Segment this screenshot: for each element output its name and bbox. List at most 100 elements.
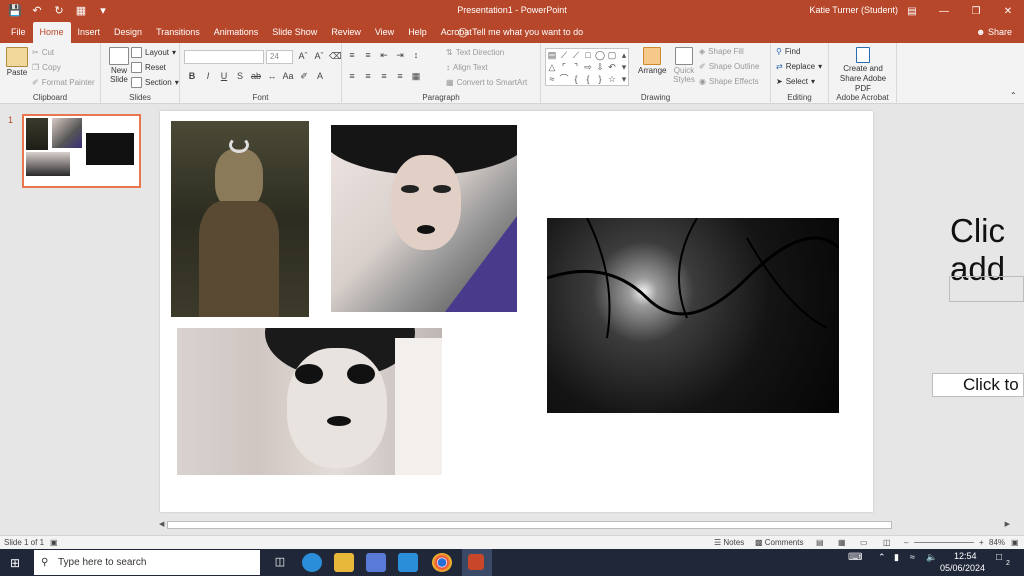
font-size-field[interactable]: 24 [266, 50, 293, 64]
text-direction-button[interactable]: ⇅ Text Direction [446, 48, 504, 57]
tell-me-search[interactable]: ◯ Tell me what you want to do [458, 22, 583, 43]
brace-right-shape-icon[interactable]: } [594, 73, 606, 85]
chrome-icon[interactable] [432, 553, 452, 572]
bullets-icon[interactable]: ≡ [346, 50, 358, 61]
strikethrough-icon[interactable]: ab [250, 71, 262, 82]
curve-shape-icon[interactable]: ↶ [606, 61, 618, 73]
keyboard-icon[interactable]: ⌨ [848, 552, 862, 563]
image-warrior[interactable] [171, 121, 309, 317]
zoom-slider[interactable] [914, 542, 974, 543]
arrow-down-shape-icon[interactable]: ⇩ [594, 61, 606, 73]
tab-transitions[interactable]: Transitions [149, 22, 207, 43]
notes-button[interactable]: ☰ Notes [714, 538, 744, 547]
shapes-down-icon[interactable]: ▾ [618, 61, 630, 73]
battery-icon[interactable]: ▮ [894, 552, 899, 563]
fit-slide-icon[interactable]: ▣ [1011, 538, 1019, 547]
rect-shape-icon[interactable]: □ [582, 49, 594, 61]
change-case-icon[interactable]: Aa [282, 71, 294, 82]
oval-shape-icon[interactable]: ◯ [594, 49, 606, 61]
tab-slide-show[interactable]: Slide Show [265, 22, 324, 43]
cut-button[interactable]: ✂ Cut [32, 48, 54, 57]
quick-styles-button[interactable]: Quick Styles [671, 47, 697, 84]
italic-icon[interactable]: I [202, 71, 214, 82]
shapes-gallery[interactable]: ▤ ⟋ ⟋ □ ◯ ▢ ▴ △ ⌜ ⌝ ⇨ ⇩ ↶ ▾ ≈ ⌒ { { } ☆ … [545, 48, 629, 86]
columns-icon[interactable]: ▦ [410, 71, 422, 82]
rounded-rect-shape-icon[interactable]: ▢ [606, 49, 618, 61]
font-name-field[interactable] [184, 50, 264, 64]
format-painter-button[interactable]: ✐ Format Painter [32, 78, 95, 87]
image-moon[interactable] [547, 218, 839, 413]
accessibility-icon[interactable]: ▣ [50, 538, 58, 547]
connector-shape-icon[interactable]: ⌜ [558, 61, 570, 73]
arc-shape-icon[interactable]: ⌒ [558, 73, 570, 85]
numbering-icon[interactable]: ≡ [362, 50, 374, 61]
minimize-button[interactable]: — [928, 0, 960, 22]
slideshow-view-icon[interactable]: ◫ [883, 538, 891, 547]
paste-button[interactable]: Paste [6, 47, 28, 77]
restore-button[interactable]: ❐ [960, 0, 992, 22]
edge-icon[interactable] [302, 553, 322, 572]
elbow-shape-icon[interactable]: ⌝ [570, 61, 582, 73]
task-view-icon[interactable]: ◫ [270, 553, 290, 572]
scroll-left-icon[interactable]: ◀ [159, 520, 164, 528]
tray-chevron-icon[interactable]: ⌃ [878, 552, 886, 563]
tab-design[interactable]: Design [107, 22, 149, 43]
layout-button[interactable]: Layout ▾ [131, 47, 176, 58]
find-button[interactable]: ⚲ Find [776, 47, 800, 56]
arrow-right-shape-icon[interactable]: ⇨ [582, 61, 594, 73]
copy-button[interactable]: ❐ Copy [32, 63, 61, 72]
share-button[interactable]: ☻ Share [976, 22, 1012, 43]
horizontal-scrollbar[interactable]: ◀ ▶ [157, 519, 1012, 531]
decrease-indent-icon[interactable]: ⇤ [378, 50, 390, 61]
file-explorer-icon[interactable] [334, 553, 354, 572]
tab-help[interactable]: Help [401, 22, 434, 43]
arrange-button[interactable]: Arrange [638, 47, 666, 75]
section-button[interactable]: Section ▾ [131, 77, 179, 88]
line-shape-icon[interactable]: ⟋ [558, 49, 570, 61]
align-left-icon[interactable]: ≡ [346, 71, 358, 82]
font-color-icon[interactable]: A [314, 71, 326, 82]
clear-formatting-icon[interactable]: ⌫ [329, 51, 342, 62]
select-button[interactable]: ➤ Select ▾ [776, 77, 815, 86]
close-button[interactable]: ✕ [992, 0, 1024, 22]
brace-shape-icon[interactable]: { [582, 73, 594, 85]
comments-button[interactable]: ▩ Comments [755, 538, 803, 547]
clock-date[interactable]: 05/06/2024 [940, 563, 985, 573]
user-name[interactable]: Katie Turner (Student) [809, 5, 898, 15]
create-pdf-button[interactable]: Create and Share Adobe PDF [832, 47, 894, 94]
store-icon[interactable] [366, 553, 386, 572]
increase-font-icon[interactable]: Aˆ [297, 51, 309, 62]
brace-left-shape-icon[interactable]: { [570, 73, 582, 85]
collapse-ribbon-icon[interactable]: ⌃ [1010, 91, 1017, 100]
zoom-in-icon[interactable]: + [979, 538, 984, 547]
zoom-level[interactable]: 84% [989, 538, 1005, 547]
clock-time[interactable]: 12:54 [954, 551, 977, 561]
shape-outline-button[interactable]: ✐ Shape Outline [699, 62, 759, 71]
increase-indent-icon[interactable]: ⇥ [394, 50, 406, 61]
underline-icon[interactable]: U [218, 71, 230, 82]
wifi-icon[interactable]: ≈ [910, 552, 915, 562]
zoom-out-icon[interactable]: – [904, 538, 908, 547]
slide-canvas[interactable] [160, 111, 873, 512]
decrease-font-icon[interactable]: Aˇ [313, 51, 325, 62]
align-center-icon[interactable]: ≡ [362, 71, 374, 82]
replace-button[interactable]: ⇄ Replace ▾ [776, 62, 822, 71]
image-witch[interactable] [331, 125, 517, 312]
new-slide-button[interactable]: New Slide [106, 47, 132, 84]
justify-icon[interactable]: ≡ [394, 71, 406, 82]
taskbar-search[interactable]: ⚲ Type here to search [34, 550, 260, 575]
align-text-button[interactable]: ↕ Align Text [446, 63, 488, 72]
bold-icon[interactable]: B [186, 71, 198, 82]
mail-icon[interactable] [398, 553, 418, 572]
tab-file[interactable]: File [4, 22, 33, 43]
windows-start-icon[interactable]: ⊞ [10, 556, 20, 570]
ribbon-display-options-icon[interactable]: ▤ [896, 0, 928, 22]
triangle-shape-icon[interactable]: △ [546, 61, 558, 73]
line-spacing-icon[interactable]: ↕ [410, 50, 422, 61]
shape-effects-button[interactable]: ◉ Shape Effects [699, 77, 759, 86]
reading-view-icon[interactable]: ▭ [860, 538, 868, 547]
shadow-icon[interactable]: S [234, 71, 246, 82]
notifications-icon[interactable]: □ [996, 552, 1002, 563]
subtitle-placeholder[interactable]: Click to [932, 373, 1024, 397]
shapes-expand-icon[interactable]: ▾ [618, 73, 630, 85]
